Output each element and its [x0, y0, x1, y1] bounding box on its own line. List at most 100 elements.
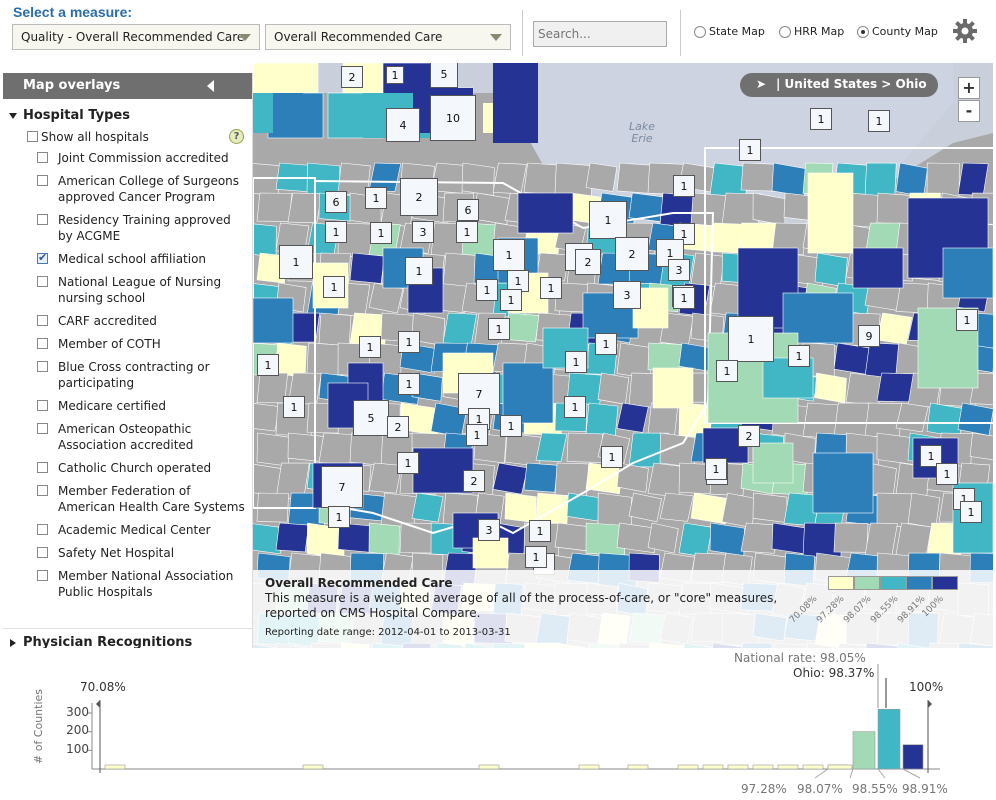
- hospital-count-marker[interactable]: 1: [589, 201, 627, 239]
- hospital-count-marker[interactable]: 1: [564, 396, 586, 418]
- hospital-type-option[interactable]: Medicare certified: [3, 398, 252, 414]
- hospital-count-marker[interactable]: 5: [353, 400, 389, 436]
- county-map[interactable]: Lake Erie 215104111161261111311213231111…: [253, 63, 993, 648]
- hospital-count-marker[interactable]: 1: [257, 354, 279, 376]
- hospital-count-marker[interactable]: 1: [370, 222, 392, 244]
- hospital-count-marker[interactable]: 1: [397, 452, 419, 474]
- hospital-count-marker[interactable]: 1: [595, 333, 617, 355]
- hospital-count-marker[interactable]: 1: [525, 546, 547, 568]
- zoom-out-button[interactable]: -: [958, 100, 980, 122]
- county-map-radio[interactable]: County Map: [857, 25, 938, 38]
- hospital-count-marker[interactable]: 2: [738, 425, 760, 447]
- checkbox[interactable]: [37, 361, 48, 372]
- hospital-type-option[interactable]: American College of Surgeons approved Ca…: [3, 173, 252, 205]
- hospital-count-marker[interactable]: 1: [705, 458, 727, 480]
- hospital-types-toggle[interactable]: Hospital Types: [3, 105, 252, 127]
- hospital-count-marker[interactable]: 1: [493, 239, 525, 271]
- hospital-count-marker[interactable]: 2: [400, 178, 438, 216]
- hospital-count-marker[interactable]: 1: [386, 66, 404, 84]
- hospital-count-marker[interactable]: 1: [456, 221, 478, 243]
- hospital-count-marker[interactable]: 2: [387, 416, 409, 438]
- help-icon[interactable]: ?: [229, 129, 244, 144]
- checkbox[interactable]: [37, 175, 48, 186]
- checkbox[interactable]: [37, 400, 48, 411]
- hospital-count-marker[interactable]: 6: [325, 191, 347, 213]
- hospital-type-option[interactable]: Member National Association Public Hospi…: [3, 568, 252, 600]
- hospital-type-option[interactable]: Catholic Church operated: [3, 460, 252, 476]
- checkbox-checked[interactable]: [37, 250, 48, 266]
- hospital-count-marker[interactable]: 3: [668, 259, 690, 281]
- checkbox[interactable]: [37, 214, 48, 225]
- checkbox[interactable]: [37, 570, 48, 581]
- checkbox[interactable]: [37, 462, 48, 473]
- hospital-count-marker[interactable]: 5: [430, 63, 458, 88]
- hospital-count-marker[interactable]: 1: [365, 187, 387, 209]
- hospital-type-option[interactable]: Blue Cross contracting or participating: [3, 359, 252, 391]
- checkbox[interactable]: [37, 315, 48, 326]
- state-map-radio[interactable]: State Map: [694, 25, 765, 38]
- hospital-count-marker[interactable]: 1: [325, 221, 347, 243]
- hospital-count-marker[interactable]: 2: [615, 237, 649, 271]
- hospital-count-marker[interactable]: 3: [613, 281, 641, 309]
- hrr-map-radio[interactable]: HRR Map: [779, 25, 844, 38]
- hospital-count-marker[interactable]: 1: [540, 277, 562, 299]
- hospital-count-marker[interactable]: 1: [739, 139, 761, 161]
- hospital-type-option[interactable]: Member of COTH: [3, 336, 252, 352]
- measure-name-select[interactable]: Overall Recommended Care: [265, 24, 511, 50]
- hospital-count-marker[interactable]: 1: [398, 331, 420, 353]
- show-all-hospitals-option[interactable]: Show all hospitals ?: [3, 127, 252, 147]
- hospital-count-marker[interactable]: 4: [386, 108, 420, 142]
- checkbox[interactable]: [37, 524, 48, 535]
- hospital-type-option[interactable]: Joint Commission accredited: [3, 150, 252, 166]
- checkbox[interactable]: [37, 152, 48, 163]
- hospital-type-option[interactable]: National League of Nursing nursing schoo…: [3, 274, 252, 306]
- hospital-count-marker[interactable]: 1: [716, 360, 738, 382]
- hospital-count-marker[interactable]: 1: [728, 316, 774, 362]
- checkbox[interactable]: [37, 547, 48, 558]
- hospital-count-marker[interactable]: 1: [359, 336, 381, 358]
- hospital-type-option[interactable]: CARF accredited: [3, 313, 252, 329]
- hospital-count-marker[interactable]: 1: [565, 351, 587, 373]
- hospital-type-option[interactable]: Medical school affiliation: [3, 250, 252, 267]
- hospital-count-marker[interactable]: 2: [463, 470, 485, 492]
- hospital-count-marker[interactable]: 1: [936, 463, 958, 485]
- hospital-count-marker[interactable]: 3: [478, 519, 500, 541]
- hospital-count-marker[interactable]: 1: [398, 373, 420, 395]
- map-overlays-header[interactable]: Map overlays: [3, 73, 252, 99]
- hospital-count-marker[interactable]: 1: [328, 506, 350, 528]
- checkbox[interactable]: [37, 338, 48, 349]
- hospital-count-marker[interactable]: 1: [500, 289, 522, 311]
- search-input[interactable]: [533, 21, 667, 47]
- hospital-count-marker[interactable]: 1: [488, 318, 510, 340]
- hospital-count-marker[interactable]: 1: [956, 309, 978, 331]
- hospital-count-marker[interactable]: 1: [466, 424, 488, 446]
- hospital-count-marker[interactable]: 1: [405, 257, 433, 285]
- hospital-count-marker[interactable]: 1: [788, 345, 810, 367]
- hospital-count-marker[interactable]: 6: [457, 199, 479, 221]
- hospital-count-marker[interactable]: 3: [412, 221, 434, 243]
- location-breadcrumb[interactable]: ➤ | United States > Ohio: [740, 73, 938, 97]
- hospital-count-marker[interactable]: 10: [430, 95, 476, 141]
- hospital-count-marker[interactable]: 1: [810, 108, 832, 130]
- checkbox[interactable]: [37, 423, 48, 434]
- hospital-type-option[interactable]: American Osteopathic Association accredi…: [3, 421, 252, 453]
- hospital-count-marker[interactable]: 2: [575, 249, 601, 275]
- hospital-type-option[interactable]: Safety Net Hospital: [3, 545, 252, 561]
- hospital-count-marker[interactable]: 1: [673, 175, 695, 197]
- hospital-count-marker[interactable]: 1: [323, 276, 345, 298]
- checkbox[interactable]: [37, 276, 48, 287]
- checkbox[interactable]: [27, 131, 38, 142]
- gear-icon[interactable]: [952, 18, 978, 44]
- collapse-left-icon[interactable]: [207, 80, 214, 92]
- hospital-count-marker[interactable]: 7: [321, 466, 363, 508]
- hospital-count-marker[interactable]: 1: [673, 287, 695, 309]
- hospital-type-option[interactable]: Member Federation of American Health Car…: [3, 483, 252, 515]
- hospital-count-marker[interactable]: 2: [341, 66, 363, 88]
- hospital-count-marker[interactable]: 1: [529, 520, 551, 542]
- hospital-type-option[interactable]: Residency Training approved by ACGME: [3, 212, 252, 244]
- hospital-count-marker[interactable]: 1: [283, 396, 305, 418]
- hospital-count-marker[interactable]: 1: [500, 415, 522, 437]
- hospital-count-marker[interactable]: 9: [858, 325, 880, 347]
- hospital-type-option[interactable]: Academic Medical Center: [3, 522, 252, 538]
- physician-recognitions-toggle[interactable]: Physician Recognitions: [3, 632, 252, 648]
